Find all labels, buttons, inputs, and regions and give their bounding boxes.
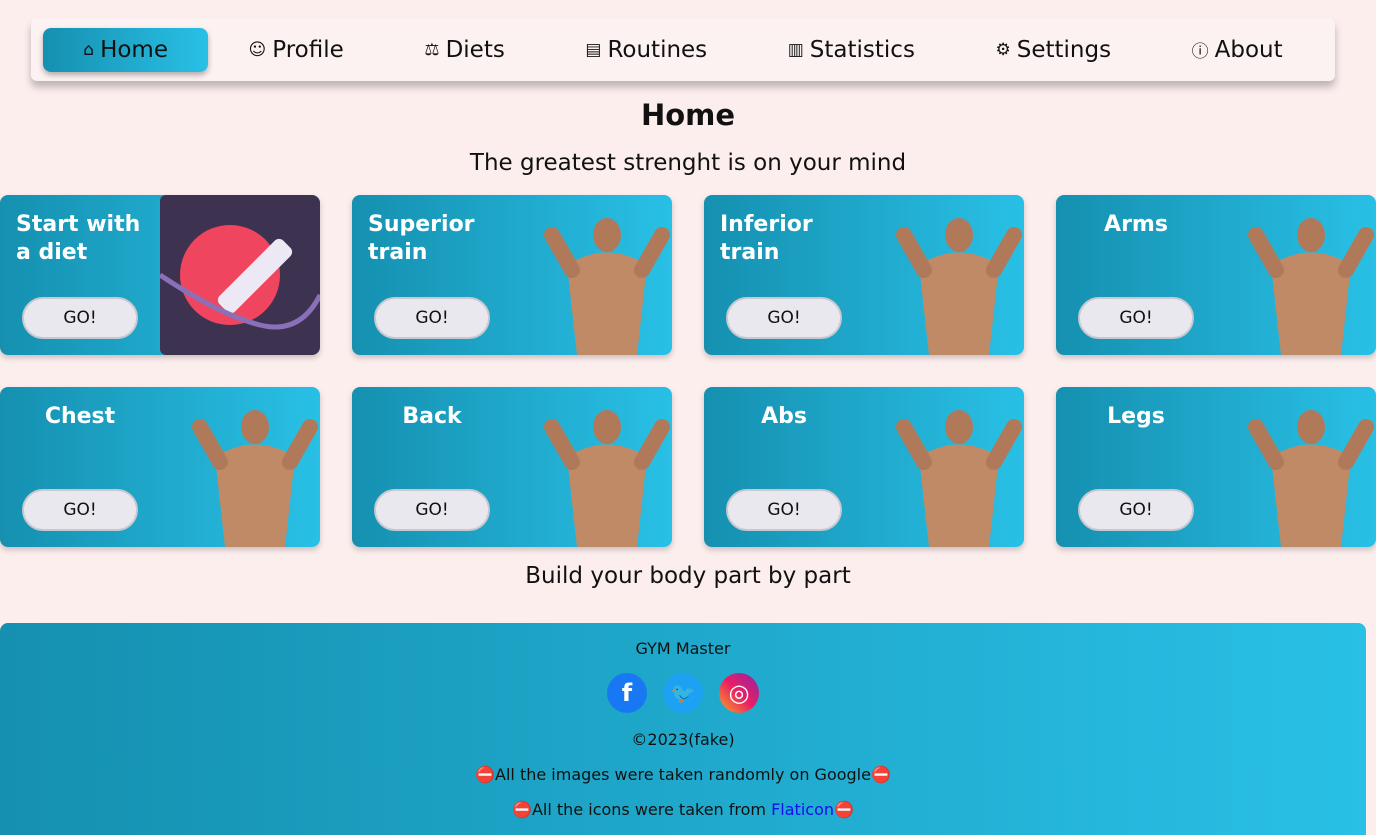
- go-button[interactable]: GO!: [1078, 489, 1194, 531]
- go-button[interactable]: GO!: [374, 297, 490, 339]
- nav-label: Routines: [607, 36, 708, 63]
- page-title: Home: [640, 98, 736, 132]
- card-title: Legs: [1107, 404, 1165, 429]
- athlete-image: [1216, 387, 1376, 547]
- tagline: The greatest strenght is on your mind: [469, 150, 907, 176]
- no-entry-icon: ⛔: [834, 800, 854, 819]
- twitter-icon[interactable]: 🐦: [663, 673, 703, 713]
- nav-about[interactable]: ⓘ About: [1152, 28, 1323, 72]
- info-icon: ⓘ: [1191, 42, 1209, 62]
- athlete-image: [1216, 195, 1376, 355]
- card-title: Arms: [1104, 212, 1168, 237]
- checklist-icon: ▤: [585, 39, 602, 60]
- card-start-with-a-diet: Start with a diet GO!: [0, 195, 320, 355]
- nav-settings[interactable]: ⚙ Settings: [955, 28, 1151, 72]
- nav-label: Settings: [1016, 36, 1112, 63]
- nav-label: Profile: [272, 36, 344, 63]
- nav-label: About: [1214, 36, 1283, 63]
- card-title: Back: [402, 404, 462, 429]
- top-navigation: ⌂ Home ☺ Profile ⚖ Diets ▤ Routines ▥ Statist…: [31, 18, 1335, 81]
- nav-home[interactable]: ⌂ Home: [43, 27, 208, 72]
- card-inferior-train: Inferior train GO!: [704, 195, 1024, 355]
- diet-image: [158, 195, 320, 355]
- nav-statistics[interactable]: ▥ Statistics: [748, 28, 955, 72]
- gear-icon: ⚙: [995, 39, 1011, 60]
- note-text: All the icons were taken from: [531, 800, 772, 819]
- flaticon-link[interactable]: Flaticon: [771, 800, 834, 819]
- athlete-image: [864, 387, 1024, 547]
- nav-label: Statistics: [809, 36, 915, 63]
- nav-routines[interactable]: ▤ Routines: [545, 28, 747, 72]
- nav-profile[interactable]: ☺ Profile: [209, 28, 384, 72]
- go-button[interactable]: GO!: [726, 489, 842, 531]
- card-legs: Legs GO!: [1056, 387, 1376, 547]
- no-entry-icon: ⛔: [512, 800, 532, 819]
- card-title: Chest: [44, 404, 116, 429]
- card-title: Start with a diet: [16, 212, 141, 265]
- card-title: Superior train: [368, 212, 475, 265]
- icons-note: ⛔All the icons were taken from Flaticon⛔: [0, 800, 1366, 819]
- chart-icon: ▥: [787, 39, 804, 60]
- footer-brand: GYM Master: [635, 639, 731, 658]
- card-arms: Arms GO!: [1056, 195, 1376, 355]
- athlete-image: [512, 387, 672, 547]
- footer: GYM Master f 🐦 ◎ ©2023(fake) ⛔All the im…: [0, 623, 1366, 835]
- facebook-icon[interactable]: f: [607, 673, 647, 713]
- home-icon: ⌂: [83, 39, 95, 60]
- scale-icon: ⚖: [424, 39, 440, 60]
- no-entry-icon: ⛔: [870, 765, 891, 784]
- bottom-tagline: Build your body part by part: [525, 563, 851, 589]
- athlete-image: [864, 195, 1024, 355]
- note-text: All the images were taken randomly on Go…: [495, 765, 871, 784]
- card-abs: Abs GO!: [704, 387, 1024, 547]
- athlete-image: [160, 387, 320, 547]
- copyright: ©2023(fake): [631, 730, 735, 749]
- go-button[interactable]: GO!: [22, 489, 138, 531]
- card-back: Back GO!: [352, 387, 672, 547]
- card-superior-train: Superior train GO!: [352, 195, 672, 355]
- nav-label: Diets: [445, 36, 505, 63]
- go-button[interactable]: GO!: [1078, 297, 1194, 339]
- go-button[interactable]: GO!: [374, 489, 490, 531]
- card-title: Inferior train: [720, 212, 813, 265]
- profile-icon: ☺: [248, 39, 267, 60]
- card-title: Abs: [761, 404, 807, 429]
- card-chest: Chest GO!: [0, 387, 320, 547]
- images-note: ⛔All the images were taken randomly on G…: [0, 765, 1366, 784]
- instagram-icon[interactable]: ◎: [719, 673, 759, 713]
- nav-label: Home: [100, 36, 168, 63]
- go-button[interactable]: GO!: [22, 297, 138, 339]
- athlete-image: [512, 195, 672, 355]
- no-entry-icon: ⛔: [475, 765, 496, 784]
- nav-diets[interactable]: ⚖ Diets: [384, 28, 545, 72]
- go-button[interactable]: GO!: [726, 297, 842, 339]
